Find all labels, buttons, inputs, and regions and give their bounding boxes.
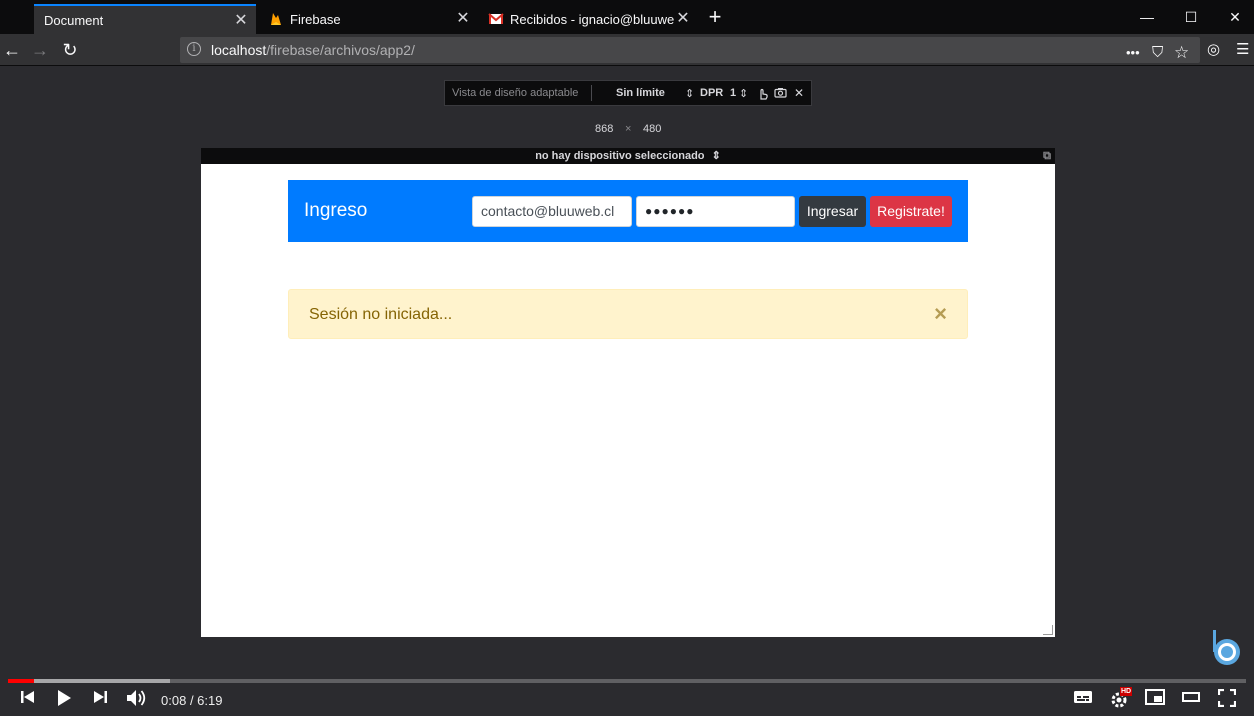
- page-actions-icon[interactable]: •••: [1126, 40, 1140, 66]
- url-bar[interactable]: i localhost/firebase/archivos/app2/ ••• …: [180, 37, 1200, 63]
- subtitles-icon[interactable]: [1072, 689, 1094, 713]
- channel-logo[interactable]: [1210, 630, 1242, 668]
- maximize-button[interactable]: ☐: [1168, 6, 1214, 28]
- url-text[interactable]: localhost/firebase/archivos/app2/: [211, 42, 415, 58]
- password-value: ●●●●●●: [645, 204, 695, 218]
- new-tab-button[interactable]: +: [704, 6, 726, 29]
- resize-handle[interactable]: [1043, 625, 1053, 635]
- volume-icon[interactable]: [125, 689, 149, 713]
- close-rdm-button[interactable]: ✕: [794, 86, 804, 100]
- dpr-select[interactable]: 1: [730, 87, 736, 99]
- firebase-icon: [268, 11, 284, 27]
- rotate-icon[interactable]: ⧉: [1043, 148, 1051, 164]
- progress-bar[interactable]: [8, 679, 1246, 683]
- tab-close-icon[interactable]: ✕: [674, 10, 692, 28]
- device-selector[interactable]: no hay dispositivo seleccionado ⇕ ⧉: [201, 148, 1055, 164]
- settings-icon[interactable]: HD: [1108, 687, 1134, 713]
- theater-mode-icon[interactable]: [1180, 689, 1202, 713]
- previous-icon[interactable]: [16, 689, 38, 713]
- tab-gmail[interactable]: Recibidos - ignacio@bluuweb.cl ✕: [480, 4, 698, 34]
- reload-button[interactable]: ↻: [58, 38, 82, 62]
- rdm-device-placeholder[interactable]: Vista de diseño adaptable: [452, 87, 578, 99]
- tab-close-icon[interactable]: ✕: [454, 10, 472, 28]
- responsive-viewport: Ingreso contacto@bluuweb.cl ●●●●●● Ingre…: [201, 164, 1055, 637]
- menu-icon[interactable]: ☰: [1236, 37, 1249, 63]
- back-button[interactable]: ←: [0, 38, 24, 62]
- divider: [591, 85, 592, 101]
- pocket-icon[interactable]: ⛉: [1152, 40, 1163, 66]
- info-icon[interactable]: i: [187, 42, 201, 56]
- next-icon[interactable]: [90, 689, 112, 713]
- chevron-updown-icon: ⇕: [739, 88, 749, 100]
- tab-label: Firebase: [290, 11, 341, 27]
- url-host: localhost: [211, 42, 267, 58]
- gmail-icon: [488, 11, 504, 27]
- dpr-label: DPR: [700, 87, 724, 99]
- touch-icon[interactable]: [757, 86, 769, 103]
- tab-document[interactable]: Document ✕: [34, 4, 256, 34]
- forward-button[interactable]: →: [28, 38, 52, 62]
- chevron-updown-icon: ⇕: [685, 88, 695, 100]
- navbar-brand[interactable]: Ingreso: [304, 200, 367, 222]
- login-navbar: Ingreso contacto@bluuweb.cl ●●●●●● Ingre…: [288, 180, 968, 242]
- extension-icon[interactable]: ◎: [1207, 37, 1220, 63]
- device-selector-label: no hay dispositivo seleccionado: [535, 150, 705, 162]
- tab-label: Recibidos - ignacio@bluuweb.cl: [510, 11, 674, 27]
- alert-message: Sesión no iniciada...: [309, 306, 453, 323]
- tab-label: Document: [44, 12, 104, 28]
- minimize-button[interactable]: —: [1124, 6, 1170, 28]
- rdm-toolbar: Vista de diseño adaptable Sin límite ⇕ D…: [444, 80, 812, 106]
- chevron-updown-icon: ⇕: [711, 150, 721, 162]
- time-display: 0:08 / 6:19: [161, 693, 222, 708]
- hd-badge: HD: [1120, 687, 1133, 696]
- session-alert: Sesión no iniciada... ×: [288, 289, 968, 339]
- register-button[interactable]: Registrate!: [870, 196, 952, 227]
- throttle-select[interactable]: Sin límite: [616, 87, 665, 99]
- viewport-width-input[interactable]: 868: [595, 123, 613, 135]
- close-window-button[interactable]: ✕: [1212, 6, 1254, 28]
- email-field[interactable]: contacto@bluuweb.cl: [472, 196, 632, 227]
- login-button[interactable]: Ingresar: [799, 196, 866, 227]
- fullscreen-icon[interactable]: [1216, 688, 1238, 713]
- play-icon[interactable]: [52, 689, 76, 713]
- played-bar: [8, 679, 34, 683]
- tab-close-icon[interactable]: ✕: [232, 12, 250, 30]
- viewport-height-input[interactable]: 480: [643, 123, 661, 135]
- tab-firebase[interactable]: Firebase ✕: [258, 4, 478, 34]
- url-path: /firebase/archivos/app2/: [266, 42, 415, 58]
- times-sign: ×: [625, 123, 632, 135]
- current-time: 0:08: [161, 693, 187, 708]
- email-value: contacto@bluuweb.cl: [481, 203, 615, 219]
- miniplayer-icon[interactable]: [1144, 689, 1166, 713]
- duration: 6:19: [197, 693, 223, 708]
- bookmark-star-icon[interactable]: ☆: [1174, 40, 1189, 66]
- alert-close-icon[interactable]: ×: [934, 303, 947, 325]
- tab-strip: Document ✕ Firebase ✕ Recibidos - ignaci…: [0, 0, 1254, 34]
- screenshot-icon[interactable]: [774, 87, 787, 101]
- nav-bar: ← → ↻ i localhost/firebase/archivos/app2…: [0, 34, 1254, 66]
- password-field[interactable]: ●●●●●●: [636, 196, 795, 227]
